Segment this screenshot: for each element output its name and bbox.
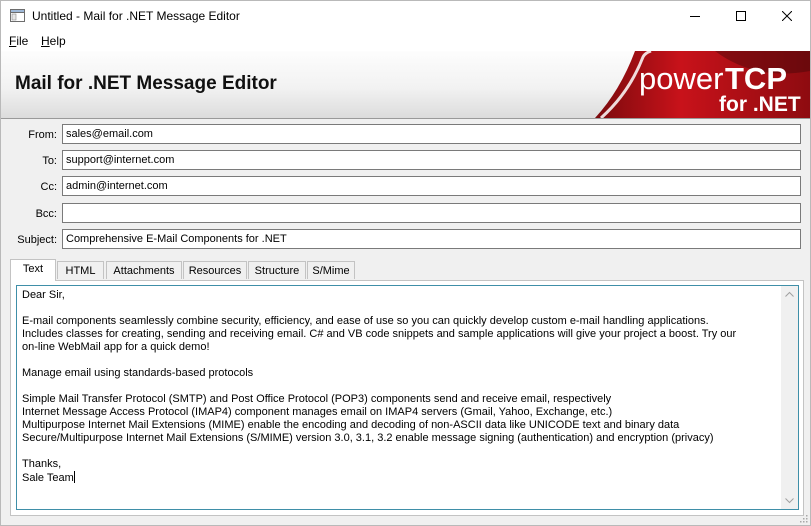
banner-title: Mail for .NET Message Editor bbox=[15, 73, 277, 94]
to-label-box: To: bbox=[1, 150, 57, 172]
tab-text[interactable]: Text bbox=[10, 259, 56, 281]
bcc-label: Bcc: bbox=[35, 208, 57, 220]
menu-help[interactable]: Help bbox=[41, 34, 66, 48]
cc-field[interactable]: admin@internet.com bbox=[62, 176, 801, 196]
menu-file[interactable]: File bbox=[9, 34, 28, 48]
logo-text-power: power bbox=[639, 61, 723, 96]
tab-resources[interactable]: Resources bbox=[183, 261, 247, 279]
maximize-icon bbox=[736, 11, 746, 21]
logo-text-fornet: for .NET bbox=[719, 93, 801, 116]
header-banner: Mail for .NET Message Editor power TCP f… bbox=[1, 51, 810, 119]
cc-row: Cc: admin@internet.com bbox=[1, 176, 810, 198]
menu-file-label: ile bbox=[16, 34, 29, 48]
menu-bar: File Help bbox=[1, 31, 810, 51]
scroll-up-icon[interactable] bbox=[785, 291, 794, 297]
cc-label-box: Cc: bbox=[1, 176, 58, 198]
tab-html[interactable]: HTML bbox=[57, 261, 104, 279]
tab-smime[interactable]: S/Mime bbox=[307, 261, 355, 279]
powertcp-logo: power TCP for .NET bbox=[595, 51, 810, 118]
message-body-textarea[interactable]: Dear Sir, E-mail components seamlessly c… bbox=[16, 285, 799, 510]
from-label: From: bbox=[28, 129, 57, 141]
message-body-text: Dear Sir, E-mail components seamlessly c… bbox=[22, 289, 737, 484]
app-window: Untitled - Mail for .NET Message Editor … bbox=[0, 0, 811, 526]
tab-attachments[interactable]: Attachments bbox=[106, 261, 182, 279]
from-row: From: sales@email.com bbox=[1, 124, 810, 146]
maximize-button[interactable] bbox=[718, 1, 764, 31]
minimize-icon bbox=[690, 16, 700, 17]
bcc-field[interactable] bbox=[62, 203, 801, 223]
window-title: Untitled - Mail for .NET Message Editor bbox=[32, 9, 240, 23]
logo-text-tcp: TCP bbox=[725, 61, 787, 96]
text-tab-panel: Dear Sir, E-mail components seamlessly c… bbox=[10, 280, 804, 516]
from-label-box: From: bbox=[1, 124, 57, 146]
from-field[interactable]: sales@email.com bbox=[62, 124, 801, 144]
scroll-down-icon[interactable] bbox=[785, 498, 794, 504]
title-bar: Untitled - Mail for .NET Message Editor bbox=[1, 1, 810, 31]
to-label: To: bbox=[42, 155, 57, 167]
subject-label-box: Subject: bbox=[1, 229, 57, 251]
resize-grip-icon[interactable] bbox=[798, 513, 808, 523]
to-field[interactable]: support@internet.com bbox=[62, 150, 801, 170]
close-button[interactable] bbox=[764, 1, 810, 31]
subject-label: Subject: bbox=[17, 234, 57, 246]
to-row: To: support@internet.com bbox=[1, 150, 810, 172]
menu-help-label: elp bbox=[49, 34, 66, 48]
tab-structure[interactable]: Structure bbox=[248, 261, 306, 279]
bcc-label-box: Bcc: bbox=[1, 203, 57, 225]
minimize-button[interactable] bbox=[672, 1, 718, 31]
subject-field[interactable]: Comprehensive E-Mail Components for .NET bbox=[62, 229, 801, 249]
bcc-row: Bcc: bbox=[1, 203, 810, 225]
text-caret bbox=[73, 471, 75, 483]
close-icon bbox=[782, 11, 792, 21]
app-window-icon bbox=[10, 9, 25, 22]
subject-row: Subject: Comprehensive E-Mail Components… bbox=[1, 229, 810, 251]
cc-label: Cc: bbox=[40, 181, 58, 193]
message-body-scrollbar[interactable] bbox=[781, 286, 798, 509]
menu-help-accel: H bbox=[41, 34, 50, 48]
